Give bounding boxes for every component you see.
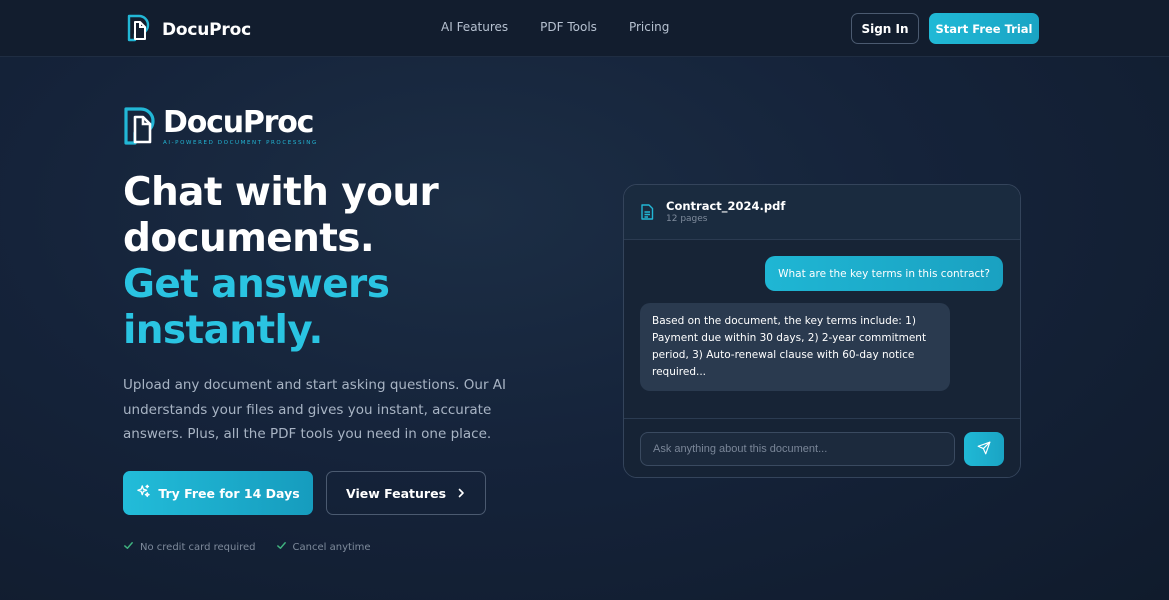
chat-preview-card: Contract_2024.pdf 12 pages What are the … [623,184,1021,478]
hero-logo-text: DocuProc AI-POWERED DOCUMENT PROCESSING [163,105,318,147]
hero-checks: No credit card required Cancel anytime [123,540,371,554]
check-label: Cancel anytime [292,541,371,553]
user-message: What are the key terms in this contract? [765,256,1003,291]
view-features-button[interactable]: View Features [326,471,486,515]
chat-file-info: Contract_2024.pdf 12 pages [666,199,785,226]
chat-file-pages: 12 pages [666,214,708,224]
sparkles-icon [136,484,151,502]
headline-line-2: documents. [123,216,375,261]
chat-file-name: Contract_2024.pdf [666,199,786,213]
start-free-trial-button[interactable]: Start Free Trial [929,13,1039,44]
hero-headline: Chat with your documents. Get answers in… [123,170,583,354]
view-features-label: View Features [345,485,447,501]
chevron-right-icon [456,486,466,501]
ai-message: Based on the document, the key terms inc… [640,303,950,391]
nav-link-pdf-tools[interactable]: PDF Tools [540,20,597,34]
document-icon [640,199,654,224]
nav-links: AI Features PDF Tools Pricing [441,20,669,34]
docuproc-logo-icon [123,106,159,150]
nav-link-ai-features[interactable]: AI Features [441,20,508,34]
try-free-label: Try Free for 14 Days [158,485,300,501]
check-icon [123,540,134,554]
hero-logo: DocuProc AI-POWERED DOCUMENT PROCESSING [123,106,318,150]
check-item: No credit card required [123,540,256,554]
check-item: Cancel anytime [276,540,371,554]
hero-subtext: Upload any document and start asking que… [123,377,507,442]
check-label: No credit card required [140,541,256,553]
check-icon [276,540,287,554]
try-free-button[interactable]: Try Free for 14 Days [123,471,313,515]
sign-in-button[interactable]: Sign In [851,13,919,44]
hero-logo-tagline: AI-POWERED DOCUMENT PROCESSING [163,140,318,146]
send-icon [977,441,991,458]
navbar: DocuProc AI Features PDF Tools Pricing S… [0,0,1169,57]
headline-line-1: Chat with your [123,170,439,215]
chat-input[interactable] [640,432,955,466]
chat-messages: What are the key terms in this contract?… [624,240,1020,418]
nav-link-pricing[interactable]: Pricing [629,20,669,34]
headline-line-4: instantly. [123,308,323,353]
nav-brand-name: DocuProc [162,20,251,40]
hero-logo-wordmark: DocuProc [163,105,314,140]
docuproc-logo-icon [126,14,152,46]
nav-logo[interactable]: DocuProc [126,14,251,46]
headline-line-3: Get answers [123,262,390,307]
chat-header: Contract_2024.pdf 12 pages [624,185,1020,240]
send-button[interactable] [964,432,1004,466]
chat-input-row [624,418,1020,477]
